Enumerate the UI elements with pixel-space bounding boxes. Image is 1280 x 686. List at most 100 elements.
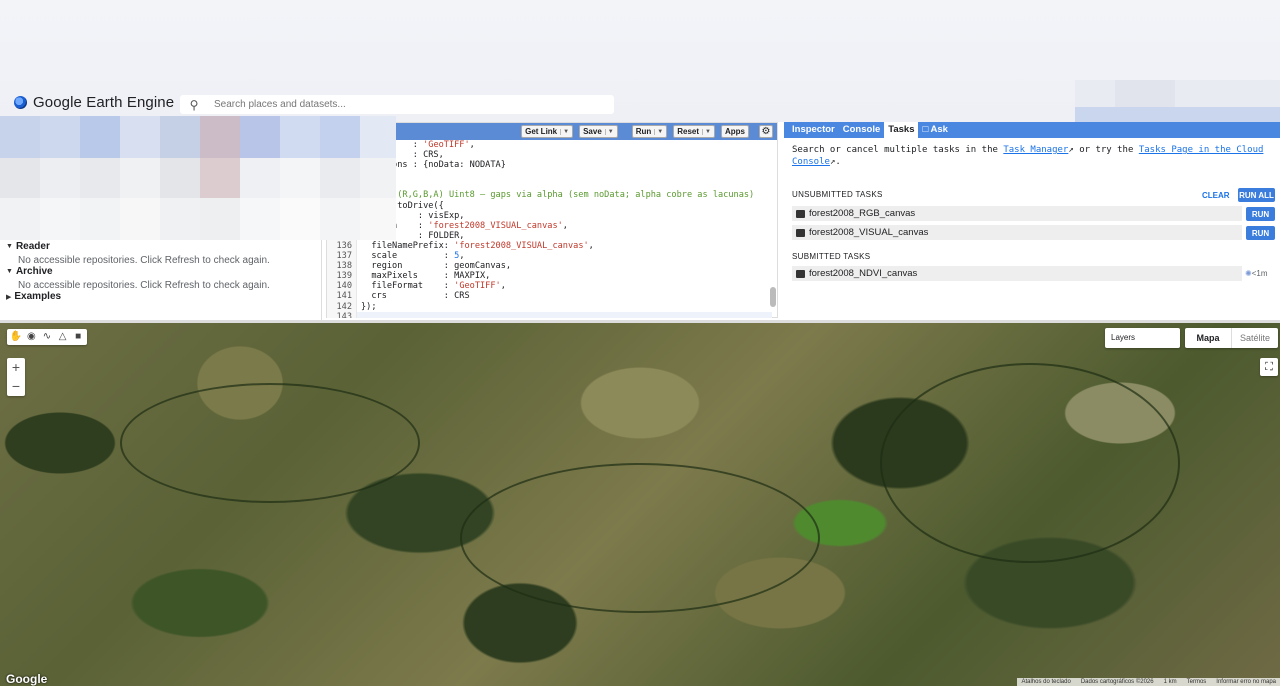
search-icon: ⚲ [189,97,199,112]
repo-section-reader[interactable]: ▼ Reader No accessible repositories. Clic… [6,241,270,266]
section-message: No accessible repositories. Click Refres… [18,255,270,266]
code-line[interactable]: 138 region : geomCanvas, [327,261,772,272]
app-title: Google Earth Engine [33,93,175,111]
blurred-tile [0,198,40,240]
tab-inspector[interactable]: Inspector [788,122,839,138]
map-type-map[interactable]: Mapa [1185,328,1231,348]
blurred-tile [40,198,80,240]
keyboard-shortcuts-link[interactable]: Atalhos do teclado [1021,678,1070,686]
chevron-down-icon[interactable]: ▼ [560,128,569,135]
blurred-tile [240,198,280,240]
section-title: Archive [15,266,53,277]
rectangle-icon[interactable]: ■ [71,330,85,344]
blurred-tile [0,116,40,158]
repo-section-examples[interactable]: ▶ Examples [6,291,61,302]
blurred-tile [360,116,396,158]
line-number: 138 [327,261,357,272]
header-bar: Google Earth Engine ⚲ [0,0,1280,130]
code-line[interactable]: 137 scale : 5, [327,251,772,262]
blurred-tile [160,116,200,158]
triangle-right-icon: ▶ [6,293,12,301]
scale-bar: 1 km [1163,679,1177,685]
reset-button[interactable]: Reset ▼ [673,125,715,138]
chevron-down-icon[interactable]: ▼ [654,128,663,135]
image-icon [796,209,805,218]
line-number: 142 [327,301,357,312]
code-text: maxPixels : MAXPIX, [361,271,491,282]
blurred-tile [320,198,360,240]
report-error-link[interactable]: Informar erro no mapa [1216,678,1276,686]
terms-link[interactable]: Termos [1187,678,1207,686]
clear-button[interactable]: CLEAR [1202,191,1230,200]
code-text: VISUAL (R,G,B,A) Uint8 — gaps via alpha … [361,190,755,201]
image-icon [796,269,805,278]
image-icon [796,228,805,237]
task-name: forest2008_NDVI_canvas [809,268,918,279]
blurred-tile [40,116,80,158]
map-type-satellite[interactable]: Satélite [1231,328,1278,348]
blurred-tile [120,116,160,158]
task-name: forest2008_RGB_canvas [809,208,916,219]
get-link-button[interactable]: Get Link ▼ [521,125,574,138]
code-text: crs : CRS [361,291,470,302]
save-button[interactable]: Save ▼ [579,125,618,138]
button-label: Apps [725,127,745,136]
code-text: fileFormat : 'GeoTIFF', [361,281,506,292]
code-line[interactable]: 141 crs : CRS [327,291,772,302]
task-row[interactable]: forest2008_NDVI_canvas [792,266,1242,281]
line-number: 136 [327,240,357,252]
zoom-in-button[interactable]: + [7,358,25,377]
repo-section-archive[interactable]: ▼ Archive No accessible repositories. Cli… [6,266,270,291]
unsubmitted-tasks-title: UNSUBMITTED TASKS [792,190,883,199]
blurred-tile [320,116,360,158]
run-task-button[interactable]: RUN [1246,207,1275,221]
code-line[interactable]: 143 [327,311,772,318]
map-feature [880,363,1180,563]
line-number: 143 [327,311,357,318]
hand-icon[interactable]: ✋ [9,330,23,344]
zoom-out-button[interactable]: − [7,377,25,396]
code-line[interactable]: 136 fileNamePrefix: 'forest2008_VISUAL_c… [327,240,772,252]
task-manager-link[interactable]: Task Manager [1003,145,1068,155]
blurred-tile [280,158,320,198]
run-button[interactable]: Run ▼ [631,125,668,138]
chat-icon: □ [922,124,929,135]
gear-icon[interactable]: ⚙ [759,125,773,138]
right-panel: Inspector Console Tasks □ Ask Search or … [784,122,1280,320]
code-text: region : geomCanvas, [361,261,512,272]
fullscreen-icon[interactable]: ⛶ [1260,358,1278,376]
marker-icon[interactable]: ◉ [25,330,39,344]
task-name: forest2008_VISUAL_canvas [809,227,929,238]
spinner-icon: ✺ [1245,269,1252,278]
tab-tasks[interactable]: Tasks [884,122,919,138]
polygon-icon[interactable]: △ [56,330,70,344]
app-logo[interactable]: Google Earth Engine [14,93,174,111]
task-row[interactable]: forest2008_RGB_canvas [792,206,1242,221]
apps-button[interactable]: Apps [721,125,749,138]
search-input[interactable] [208,99,588,110]
line-number: 137 [327,251,357,262]
search-box[interactable]: ⚲ [180,95,614,114]
tab-ask[interactable]: □ Ask [918,122,951,138]
tab-console[interactable]: Console [839,122,884,138]
scrollbar-thumb[interactable] [770,287,776,307]
section-title: Examples [14,291,62,302]
run-all-button[interactable]: RUN ALL [1238,188,1275,202]
editor-scrollbar[interactable] [770,143,776,317]
code-line[interactable]: 140 fileFormat : 'GeoTIFF', [327,281,772,292]
blurred-tile [120,158,160,198]
blurred-tile [320,158,360,198]
task-row[interactable]: forest2008_VISUAL_canvas [792,225,1242,240]
map-canvas[interactable]: ✋ ◉ ∿ △ ■ + − Layers Mapa Satélite ⛶ Goo… [0,323,1280,686]
button-label: Get Link [525,127,558,136]
blurred-tile [280,198,320,240]
code-line[interactable]: 139 maxPixels : MAXPIX, [327,271,772,282]
chevron-down-icon[interactable]: ▼ [702,128,711,135]
chevron-down-icon[interactable]: ▼ [604,128,614,135]
run-task-button[interactable]: RUN [1246,226,1275,240]
code-line[interactable]: 142}); [327,301,772,312]
layers-button[interactable]: Layers [1105,328,1180,348]
line-icon[interactable]: ∿ [40,330,54,344]
blurred-tile [160,198,200,240]
